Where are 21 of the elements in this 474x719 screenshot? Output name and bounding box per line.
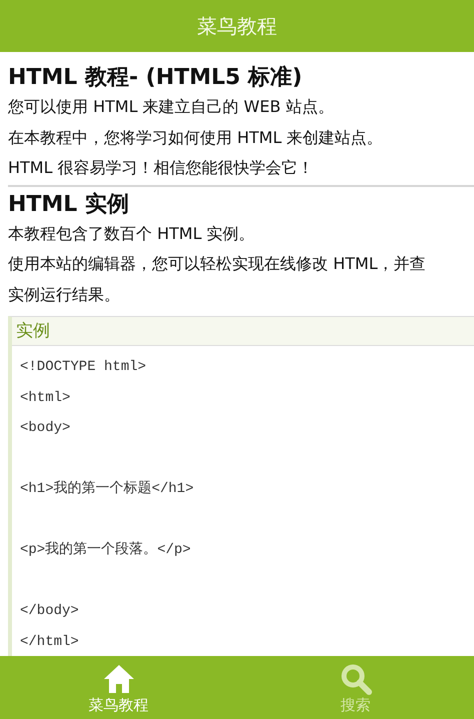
code-line: <html> [20,388,70,408]
code-line: </html> [20,632,79,652]
paragraph-line: 本教程包含了数百个 HTML 实例。 [8,222,256,244]
example-label: 实例 [15,320,50,343]
code-line: </body> [20,602,79,621]
paragraph-line: 使用本站的编辑器，您可以轻松实现在线修改 HTML，并查 [8,253,427,275]
header-title: 菜鸟教程 [197,12,277,40]
search-icon [340,662,372,694]
paragraph-line: 实例运行结果。 [8,284,121,306]
code-line: <!DOCTYPE html> [20,358,146,377]
code-line: <body> [20,419,70,438]
paragraph-line: 在本教程中，您将学习如何使用 HTML 来创建站点。 [8,126,384,148]
nav-tab[interactable]: 搜索 [237,656,474,719]
paragraph-line: HTML 很容易学习！相信您能很快学会它！ [8,157,315,179]
home-icon [102,662,134,694]
section-heading: HTML 实例 [8,190,130,218]
section-heading: HTML 教程- (HTML5 标准) [8,64,304,92]
code-line: <h1>我的第一个标题</h1> [20,480,194,499]
nav-tab[interactable]: 菜鸟教程 [0,656,237,719]
code-line: <p>我的第一个段落。</p> [20,540,191,560]
paragraph-line: 您可以使用 HTML 来建立自己的 WEB 站点。 [8,96,335,118]
